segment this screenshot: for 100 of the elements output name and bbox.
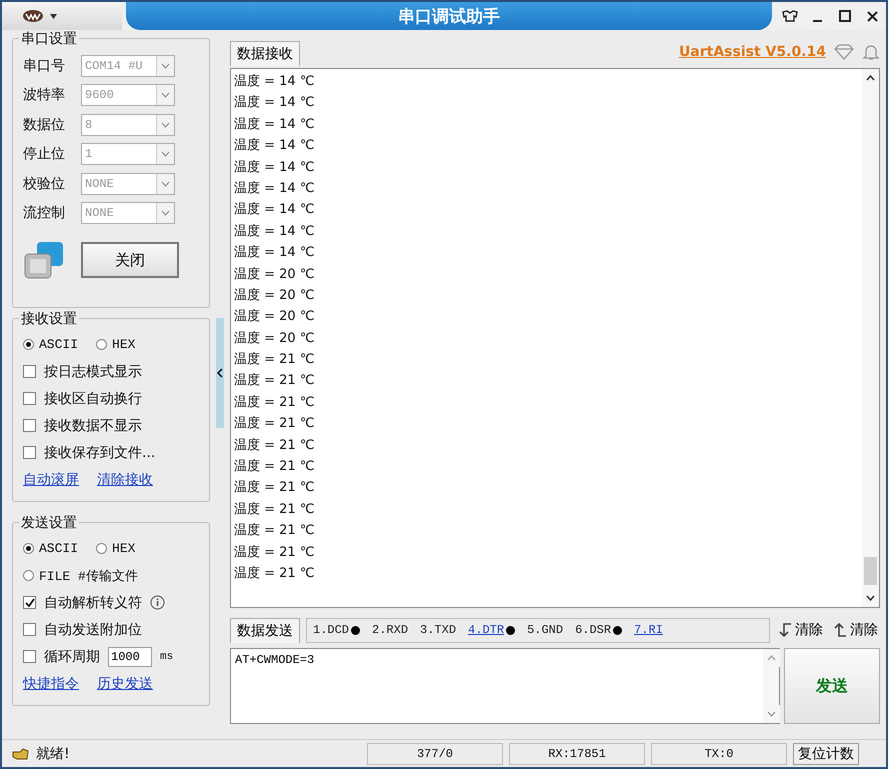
pin-label: 3.TXD: [420, 623, 456, 637]
arrow-up-icon: [833, 622, 847, 638]
radio-label: FILE #传输文件: [39, 568, 138, 584]
caret-icon: [161, 62, 170, 69]
caret-icon: [50, 14, 57, 18]
group-title: 串口设置: [19, 30, 79, 48]
radio-button[interactable]: [23, 339, 34, 350]
radio-button[interactable]: [23, 543, 34, 554]
caret-icon: [161, 151, 170, 158]
shirt-icon: [782, 10, 798, 22]
radio-label: ASCII: [39, 541, 78, 556]
radio-button[interactable]: [23, 570, 34, 581]
received-line: 温度 = 21 ℃: [234, 394, 316, 412]
arrow-down-icon: [778, 622, 792, 638]
received-line: 温度 = 14 ℃: [234, 73, 316, 91]
clear-button[interactable]: 清除: [831, 621, 880, 639]
field-label: 流控制: [23, 204, 66, 222]
counter-field: RX:17851: [509, 742, 645, 764]
maximize-icon: [838, 10, 851, 22]
field-label: 停止位: [23, 145, 66, 164]
counter-field: 377/0: [367, 742, 503, 764]
pin-link[interactable]: 4.DTR: [468, 623, 516, 637]
pin-label: 1.DCD: [313, 623, 360, 637]
received-line: 温度 = 20 ℃: [234, 286, 316, 305]
received-line: 温度 = 14 ℃: [234, 180, 316, 198]
checkbox-label: 循环周期: [44, 648, 100, 666]
pin-label: 5.GND: [527, 623, 564, 637]
connection-icon: [23, 240, 65, 280]
action-link[interactable]: 快捷指令: [23, 674, 79, 692]
group-title: 接收设置: [19, 310, 79, 328]
pin-link[interactable]: 7.RI: [634, 623, 663, 637]
collapse-handle[interactable]: [216, 318, 224, 428]
checkbox[interactable]: [23, 419, 36, 432]
pin-label: 6.DSR: [575, 623, 622, 637]
caret-icon: [161, 180, 170, 187]
reset-count-button[interactable]: 复位计数: [793, 742, 859, 764]
radio-label: HEX: [112, 541, 136, 556]
received-line: 温度 = 21 ℃: [234, 372, 316, 390]
unit-label: ms: [160, 650, 174, 662]
send-button[interactable]: 发送: [784, 648, 880, 724]
received-line: 温度 = 21 ℃: [234, 436, 316, 455]
checkbox[interactable]: [23, 596, 36, 609]
radio-button[interactable]: [96, 339, 108, 350]
received-line: 温度 = 21 ℃: [234, 500, 316, 519]
scroll-thumb[interactable]: [864, 557, 877, 585]
close-port-button[interactable]: 关闭: [81, 242, 179, 278]
receive-tab[interactable]: 数据接收: [230, 41, 300, 66]
caret-icon: [161, 92, 170, 98]
checkbox-label: 接收数据不显示: [44, 416, 142, 434]
clear-button[interactable]: 清除: [776, 621, 825, 639]
action-link[interactable]: 自动滚屏: [23, 470, 79, 488]
caret-icon: [161, 122, 170, 128]
received-line: 温度 = 14 ℃: [234, 137, 316, 156]
received-line: 温度 = 21 ℃: [234, 564, 316, 583]
received-line: 温度 = 14 ℃: [234, 94, 316, 112]
radio-label: ASCII: [39, 337, 78, 352]
send-tab[interactable]: 数据发送: [230, 618, 300, 642]
checkbox[interactable]: [23, 446, 36, 459]
minimize-icon: [812, 20, 822, 22]
group-title: 发送设置: [19, 514, 79, 532]
received-line: 温度 = 21 ℃: [234, 479, 316, 498]
status-text: 就绪!: [36, 744, 71, 762]
received-line: 温度 = 21 ℃: [234, 351, 316, 370]
received-line: 温度 = 21 ℃: [234, 544, 316, 562]
diamond-icon[interactable]: [834, 44, 854, 60]
counter-field: TX:0: [651, 742, 787, 764]
pin-label: 2.RXD: [372, 623, 408, 637]
chevron-down-icon: [866, 595, 875, 601]
app-menu-button[interactable]: [2, 2, 122, 30]
checkbox[interactable]: [23, 623, 36, 636]
checkbox-label: 自动解析转义符: [44, 594, 142, 612]
received-line: 温度 = 14 ℃: [234, 222, 316, 241]
received-line: 温度 = 14 ℃: [234, 244, 316, 262]
field-label: 串口号: [23, 56, 66, 75]
caret-icon: [161, 210, 170, 216]
checkbox[interactable]: [23, 392, 36, 405]
received-line: 温度 = 14 ℃: [234, 158, 316, 177]
checkbox[interactable]: [23, 650, 36, 663]
action-link[interactable]: 历史发送: [97, 674, 153, 692]
scrollbar[interactable]: [862, 69, 879, 607]
period-input[interactable]: 1000: [108, 646, 152, 666]
received-line: 温度 = 14 ℃: [234, 116, 316, 134]
received-line: 温度 = 21 ℃: [234, 458, 316, 476]
checkbox[interactable]: [23, 365, 36, 378]
radio-button[interactable]: [96, 543, 108, 554]
field-label: 校验位: [23, 174, 66, 193]
action-link[interactable]: 清除接收: [97, 470, 153, 488]
window-title: 串口调试助手: [398, 6, 500, 28]
received-line: 温度 = 21 ℃: [234, 415, 316, 434]
info-icon[interactable]: [150, 595, 165, 610]
chevron-left-icon: [217, 368, 223, 378]
bell-icon[interactable]: [862, 43, 880, 61]
received-line: 温度 = 21 ℃: [234, 522, 316, 540]
checkbox-label: 接收保存到文件...: [44, 444, 156, 462]
received-line: 温度 = 20 ℃: [234, 266, 316, 284]
field-label: 数据位: [23, 116, 66, 134]
close-icon: [866, 10, 878, 22]
chevron-up-icon: [866, 75, 875, 81]
received-line: 温度 = 20 ℃: [234, 308, 316, 326]
field-label: 波特率: [23, 86, 66, 104]
